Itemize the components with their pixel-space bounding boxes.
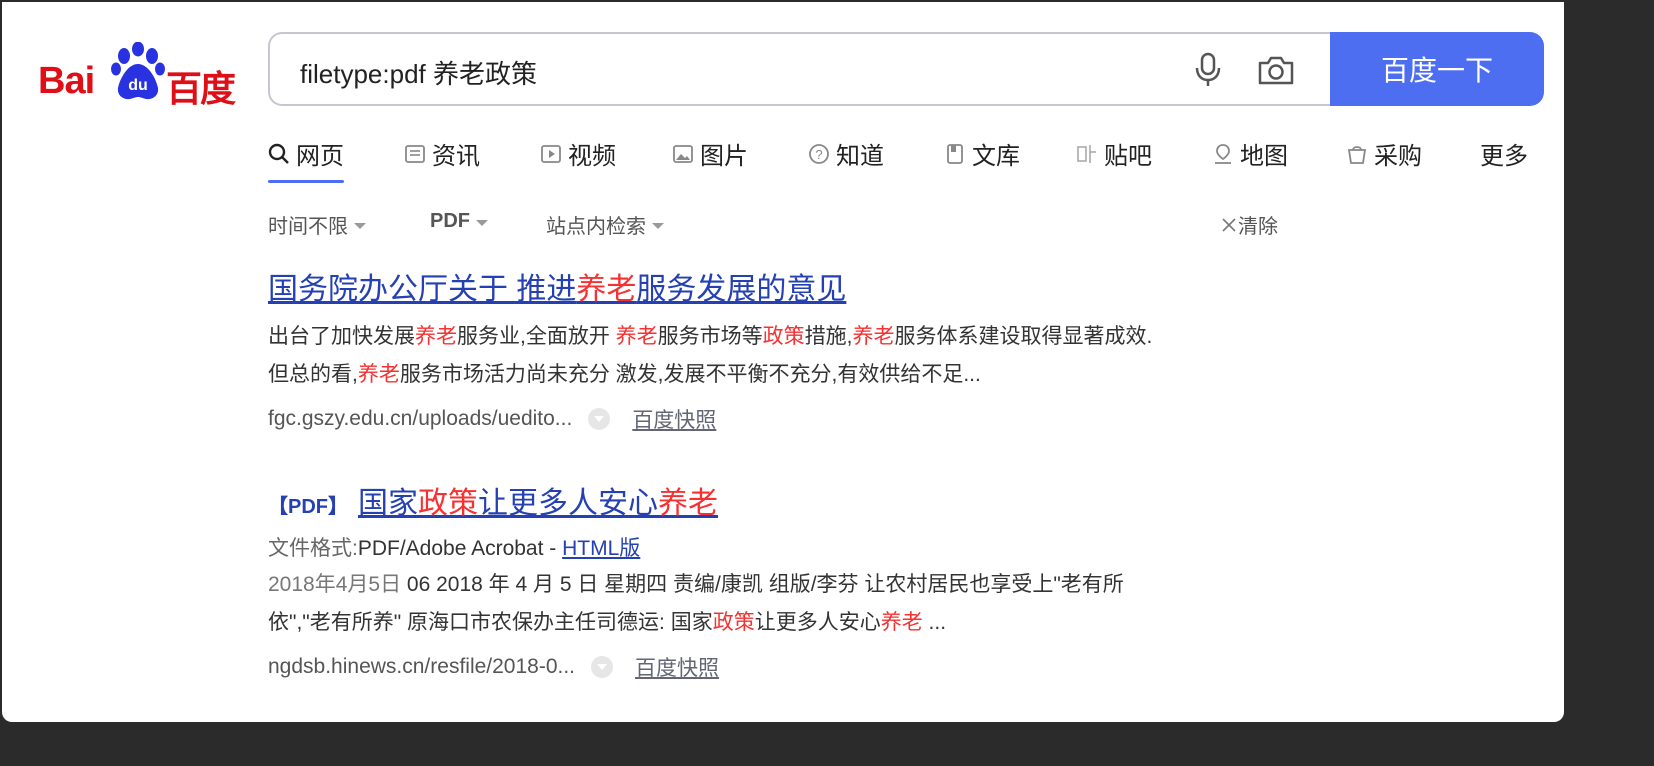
tab-video[interactable]: 视频	[540, 136, 616, 171]
result-date: 2018年4月5日	[268, 573, 402, 596]
filter-format-dropdown[interactable]: PDF	[430, 210, 488, 233]
browser-page: Bai du 百度 filetype:pdf 养老政策 百度一下 网页 资讯 视…	[2, 2, 1564, 722]
search-result: 【PDF】 国家政策让更多人安心养老 文件格式:PDF/Adobe Acrobat…	[268, 478, 1328, 682]
image-icon	[673, 144, 693, 163]
tab-label: 文库	[972, 143, 1020, 170]
result-url[interactable]: ngdsb.hinews.cn/resfile/2018-0...	[268, 655, 575, 679]
filter-time-label: 时间不限	[268, 216, 348, 238]
tab-map[interactable]: 地图	[1212, 136, 1288, 171]
tab-label: 视频	[568, 143, 616, 170]
search-query[interactable]: filetype:pdf 养老政策	[300, 54, 537, 91]
logo-text-bai: Bai	[38, 60, 95, 102]
map-icon	[1215, 143, 1231, 164]
snapshot-link[interactable]: 百度快照	[632, 404, 716, 434]
chevron-down-icon[interactable]	[591, 656, 614, 678]
search-input[interactable]: filetype:pdf 养老政策	[268, 32, 1330, 106]
logo-text-baidu-cn: 百度	[166, 69, 236, 110]
tab-wenku[interactable]: 文库	[944, 136, 1020, 171]
tab-label: 资讯	[432, 143, 480, 170]
tab-label: 更多	[1480, 143, 1528, 170]
tab-label: 网页	[296, 143, 344, 170]
result-title-link[interactable]: 国务院办公厅关于 推进养老服务发展的意见	[268, 264, 1328, 308]
camera-icon[interactable]	[1256, 54, 1296, 86]
tab-label: 贴吧	[1104, 143, 1152, 170]
tab-label: 图片	[700, 143, 748, 170]
chevron-down-icon	[476, 219, 488, 226]
result-file-format: 文件格式:PDF/Adobe Acrobat - HTML版	[268, 537, 641, 560]
tab-label: 采购	[1374, 143, 1422, 170]
snapshot-link[interactable]: 百度快照	[635, 652, 719, 682]
result-title-link[interactable]: 【PDF】 国家政策让更多人安心养老	[268, 478, 1328, 522]
microphone-icon[interactable]	[1192, 52, 1224, 88]
tab-purchase[interactable]: 采购	[1346, 136, 1422, 171]
result-snippet: 2018年4月5日 06 2018 年 4 月 5 日 星期四 责编/康凯 组版…	[268, 573, 1124, 634]
logo-text-du: du	[128, 77, 148, 94]
clear-label: 清除	[1238, 216, 1278, 238]
tab-label: 知道	[836, 143, 884, 170]
tieba-icon	[1077, 144, 1096, 163]
tab-images[interactable]: 图片	[672, 136, 748, 171]
document-icon	[947, 143, 963, 164]
search-tabs: 网页 资讯 视频 图片 ? 知道 文库 贴吧 地图 采购 更多	[268, 132, 1548, 186]
baidu-logo[interactable]: Bai du 百度	[38, 42, 238, 110]
tab-news[interactable]: 资讯	[404, 136, 480, 171]
result-url[interactable]: fgc.gszy.edu.cn/uploads/uedito...	[268, 407, 572, 431]
chevron-down-icon[interactable]	[588, 408, 611, 430]
tab-zhidao[interactable]: ? 知道	[808, 136, 884, 171]
shopping-icon	[1347, 145, 1367, 164]
filter-site-dropdown[interactable]: 站点内检索	[546, 210, 664, 239]
close-icon	[1222, 217, 1236, 232]
filter-time-dropdown[interactable]: 时间不限	[268, 210, 366, 239]
svg-text:?: ?	[815, 147, 822, 162]
clear-filters-button[interactable]: 清除	[1220, 210, 1278, 239]
filter-format-label: PDF	[430, 210, 470, 232]
tab-more[interactable]: 更多	[1480, 136, 1528, 171]
result-snippet: 出台了加快发展养老服务业,全面放开 养老服务市场等政策措施,养老服务体系建设取得…	[268, 325, 1153, 386]
search-result: 国务院办公厅关于 推进养老服务发展的意见 出台了加快发展养老服务业,全面放开 养…	[268, 264, 1328, 434]
search-button[interactable]: 百度一下	[1330, 32, 1544, 106]
question-icon: ?	[809, 143, 829, 164]
html-version-link[interactable]: HTML版	[562, 537, 640, 560]
result-url-row: fgc.gszy.edu.cn/uploads/uedito... 百度快照	[268, 404, 1328, 434]
paw-icon: du	[111, 42, 165, 100]
pdf-badge: 【PDF】	[268, 496, 348, 518]
tab-label: 地图	[1240, 143, 1288, 170]
chevron-down-icon	[652, 222, 664, 229]
tab-tieba[interactable]: 贴吧	[1076, 136, 1152, 171]
result-url-row: ngdsb.hinews.cn/resfile/2018-0... 百度快照	[268, 652, 1328, 682]
filter-bar: 时间不限 PDF 站点内检索 清除	[268, 210, 1288, 240]
search-icon	[268, 143, 289, 164]
news-icon	[405, 144, 425, 163]
tab-web[interactable]: 网页	[268, 136, 344, 183]
video-icon	[541, 144, 561, 163]
filter-site-label: 站点内检索	[546, 216, 646, 238]
chevron-down-icon	[354, 222, 366, 229]
